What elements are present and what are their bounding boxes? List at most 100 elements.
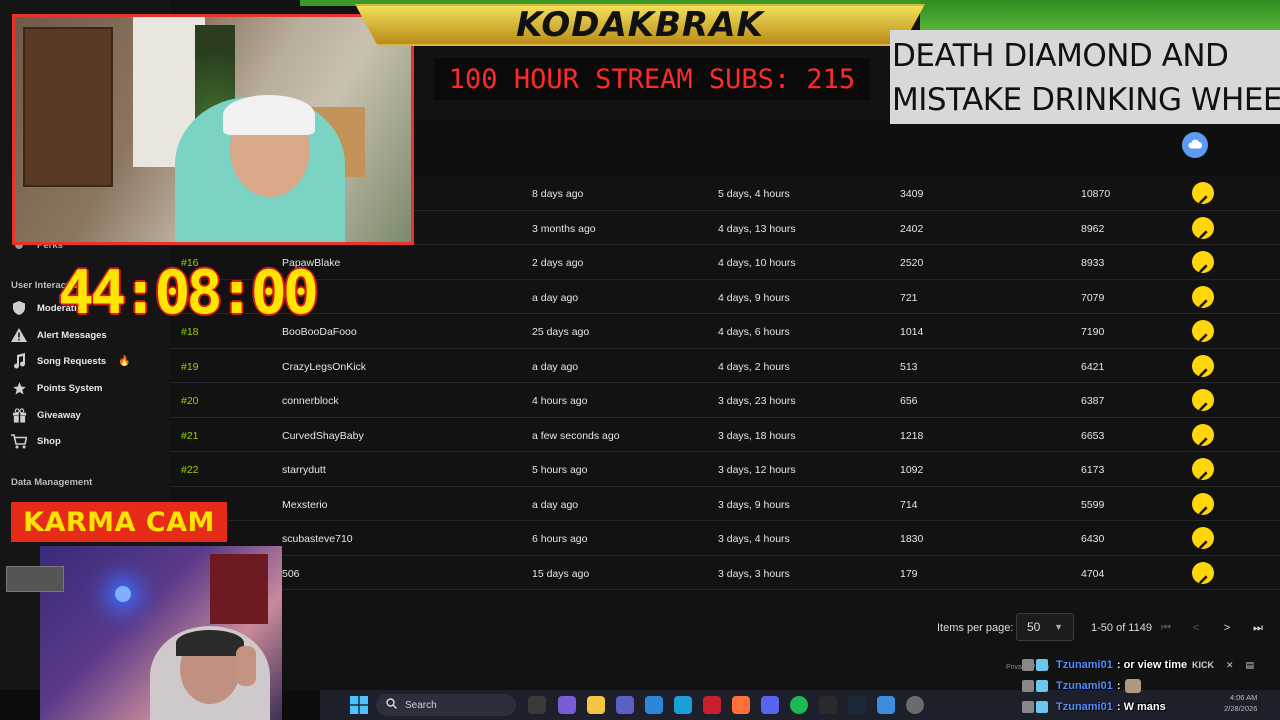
last-seen-cell: 4 hours ago xyxy=(532,395,588,407)
search-icon xyxy=(386,698,397,712)
wall-poster xyxy=(210,554,268,624)
edit-button[interactable] xyxy=(1192,389,1214,412)
sub-badge-icon xyxy=(1036,679,1048,692)
previous-page-button[interactable]: < xyxy=(1188,619,1204,637)
task-view-icon[interactable] xyxy=(528,696,546,714)
last-seen-cell: a few seconds ago xyxy=(532,429,620,442)
white-cap xyxy=(223,95,315,135)
sidebar-item-giveaway[interactable]: Giveaway xyxy=(11,405,81,425)
points-cell: 6430 xyxy=(1081,533,1105,545)
sidebar-item-shop[interactable]: Shop xyxy=(11,431,61,451)
points-cell: 6421 xyxy=(1081,360,1105,373)
items-per-page-select[interactable]: 50 ▼ xyxy=(1016,613,1074,641)
steam-icon[interactable] xyxy=(848,696,866,714)
last-seen-cell: 25 days ago xyxy=(532,326,590,338)
points-cell: 5599 xyxy=(1081,498,1105,511)
edit-button[interactable] xyxy=(1192,354,1214,377)
sidebar-item-points-system[interactable]: Points System xyxy=(11,378,102,398)
edit-button[interactable] xyxy=(1192,285,1214,308)
emote-icon xyxy=(1124,679,1141,693)
sidebar-item-song-requests[interactable]: Song Requests 🔥 xyxy=(11,351,131,371)
watch-time-cell: 4 days, 13 hours xyxy=(718,222,796,235)
edit-button[interactable] xyxy=(1192,251,1214,274)
blue-lamp xyxy=(115,586,131,602)
messages-cell: 513 xyxy=(900,360,918,373)
wheel-banner: DEATH DIAMOND AND MISTAKE DRINKING WHEEL xyxy=(890,30,1280,124)
edit-button[interactable] xyxy=(1192,423,1214,446)
firefox-icon[interactable] xyxy=(732,696,750,714)
wheel-line-2: MISTAKE DRINKING WHEEL xyxy=(892,82,1280,118)
messages-cell: 2402 xyxy=(900,222,924,235)
star-icon xyxy=(11,380,27,396)
last-seen-cell: a day ago xyxy=(532,291,579,304)
messages-cell: 721 xyxy=(900,291,918,304)
points-cell: 6653 xyxy=(1081,429,1105,442)
gift-icon xyxy=(11,407,27,423)
username-cell: CrazyLegsOnKick xyxy=(282,360,367,373)
spotify-icon[interactable] xyxy=(790,696,808,714)
stream-timer: 44:08:00 xyxy=(58,258,319,328)
copilot-icon[interactable] xyxy=(558,696,576,714)
edit-button[interactable] xyxy=(1192,492,1214,515)
last-seen-cell: 2 days ago xyxy=(532,257,584,269)
points-cell: 8933 xyxy=(1081,257,1105,269)
taskbar-search[interactable]: Search xyxy=(376,694,516,716)
avatar-badge-icon xyxy=(1022,658,1034,671)
chat-badges xyxy=(1022,679,1052,693)
obs-icon[interactable] xyxy=(819,696,837,714)
sidebar-item-label: Alert Messages xyxy=(37,329,107,341)
pencil-icon xyxy=(1198,332,1209,346)
edit-button[interactable] xyxy=(1192,182,1214,205)
last-seen-cell: 6 hours ago xyxy=(532,533,588,545)
messages-cell: 1092 xyxy=(900,464,924,476)
store-icon[interactable] xyxy=(645,696,663,714)
table-row: #16 PapawBlake 2 days ago 4 days, 10 hours 2… xyxy=(170,245,1280,280)
cloud-button[interactable] xyxy=(1182,132,1208,158)
edge-icon[interactable] xyxy=(674,696,692,714)
chat-text: : or view time xyxy=(1116,659,1188,671)
search-label: Search xyxy=(405,699,437,711)
edit-button[interactable] xyxy=(1192,527,1214,550)
discord-icon[interactable] xyxy=(761,696,779,714)
teams-icon[interactable] xyxy=(616,696,634,714)
mini-avatar xyxy=(6,566,64,592)
cart-icon xyxy=(11,433,27,449)
watch-time-cell: 3 days, 18 hours xyxy=(718,429,796,442)
table-row: #20 connerblock 4 hours ago 3 days, 23 hour… xyxy=(170,383,1280,418)
adobe-icon[interactable] xyxy=(703,696,721,714)
sidebar-item-alert-messages[interactable]: Alert Messages xyxy=(11,325,107,345)
edit-button[interactable] xyxy=(1192,561,1214,584)
points-cell: 7079 xyxy=(1081,291,1105,304)
table-row: #19 CrazyLegsOnKick a day ago 4 days, 2 hou… xyxy=(170,349,1280,383)
app-icon[interactable] xyxy=(877,696,895,714)
pencil-icon xyxy=(1198,194,1209,208)
chat-overlay: Tzunami01: or view time Tzunami01: Tzunami… xyxy=(1022,655,1280,715)
pencil-icon xyxy=(1198,505,1209,519)
points-cell: 6173 xyxy=(1081,464,1105,476)
watch-time-cell: 4 days, 10 hours xyxy=(718,257,796,269)
points-cell: 7190 xyxy=(1081,326,1105,338)
edit-button[interactable] xyxy=(1192,458,1214,481)
username-cell: connerblock xyxy=(282,395,339,407)
file-explorer-icon[interactable] xyxy=(587,696,605,714)
last-seen-cell: a day ago xyxy=(532,360,579,373)
settings-icon[interactable] xyxy=(906,696,924,714)
chat-text: : W mans xyxy=(1116,701,1166,713)
table-row: #21 CurvedShayBaby a few seconds ago 3 days… xyxy=(170,418,1280,452)
paginator: Items per page: 50 ▼ 1-50 of 1149 ⏮ < > … xyxy=(170,610,1280,646)
avatar-badge-icon xyxy=(1022,700,1034,713)
last-page-button[interactable]: ⏭ xyxy=(1250,619,1266,637)
edit-button[interactable] xyxy=(1192,320,1214,343)
last-seen-cell: 3 months ago xyxy=(532,222,596,235)
items-per-page-value: 50 xyxy=(1027,620,1041,634)
chat-badges xyxy=(1022,700,1052,714)
edit-button[interactable] xyxy=(1192,216,1214,239)
watch-time-cell: 4 days, 9 hours xyxy=(718,291,790,304)
page-range-label: 1-50 of 1149 xyxy=(1091,622,1152,634)
first-page-button[interactable]: ⏮ xyxy=(1158,619,1174,637)
music-note-icon xyxy=(11,353,27,369)
messages-cell: 179 xyxy=(900,567,918,580)
start-button[interactable] xyxy=(350,696,368,714)
sidebar-item-label: Shop xyxy=(37,435,61,447)
next-page-button[interactable]: > xyxy=(1219,619,1235,637)
